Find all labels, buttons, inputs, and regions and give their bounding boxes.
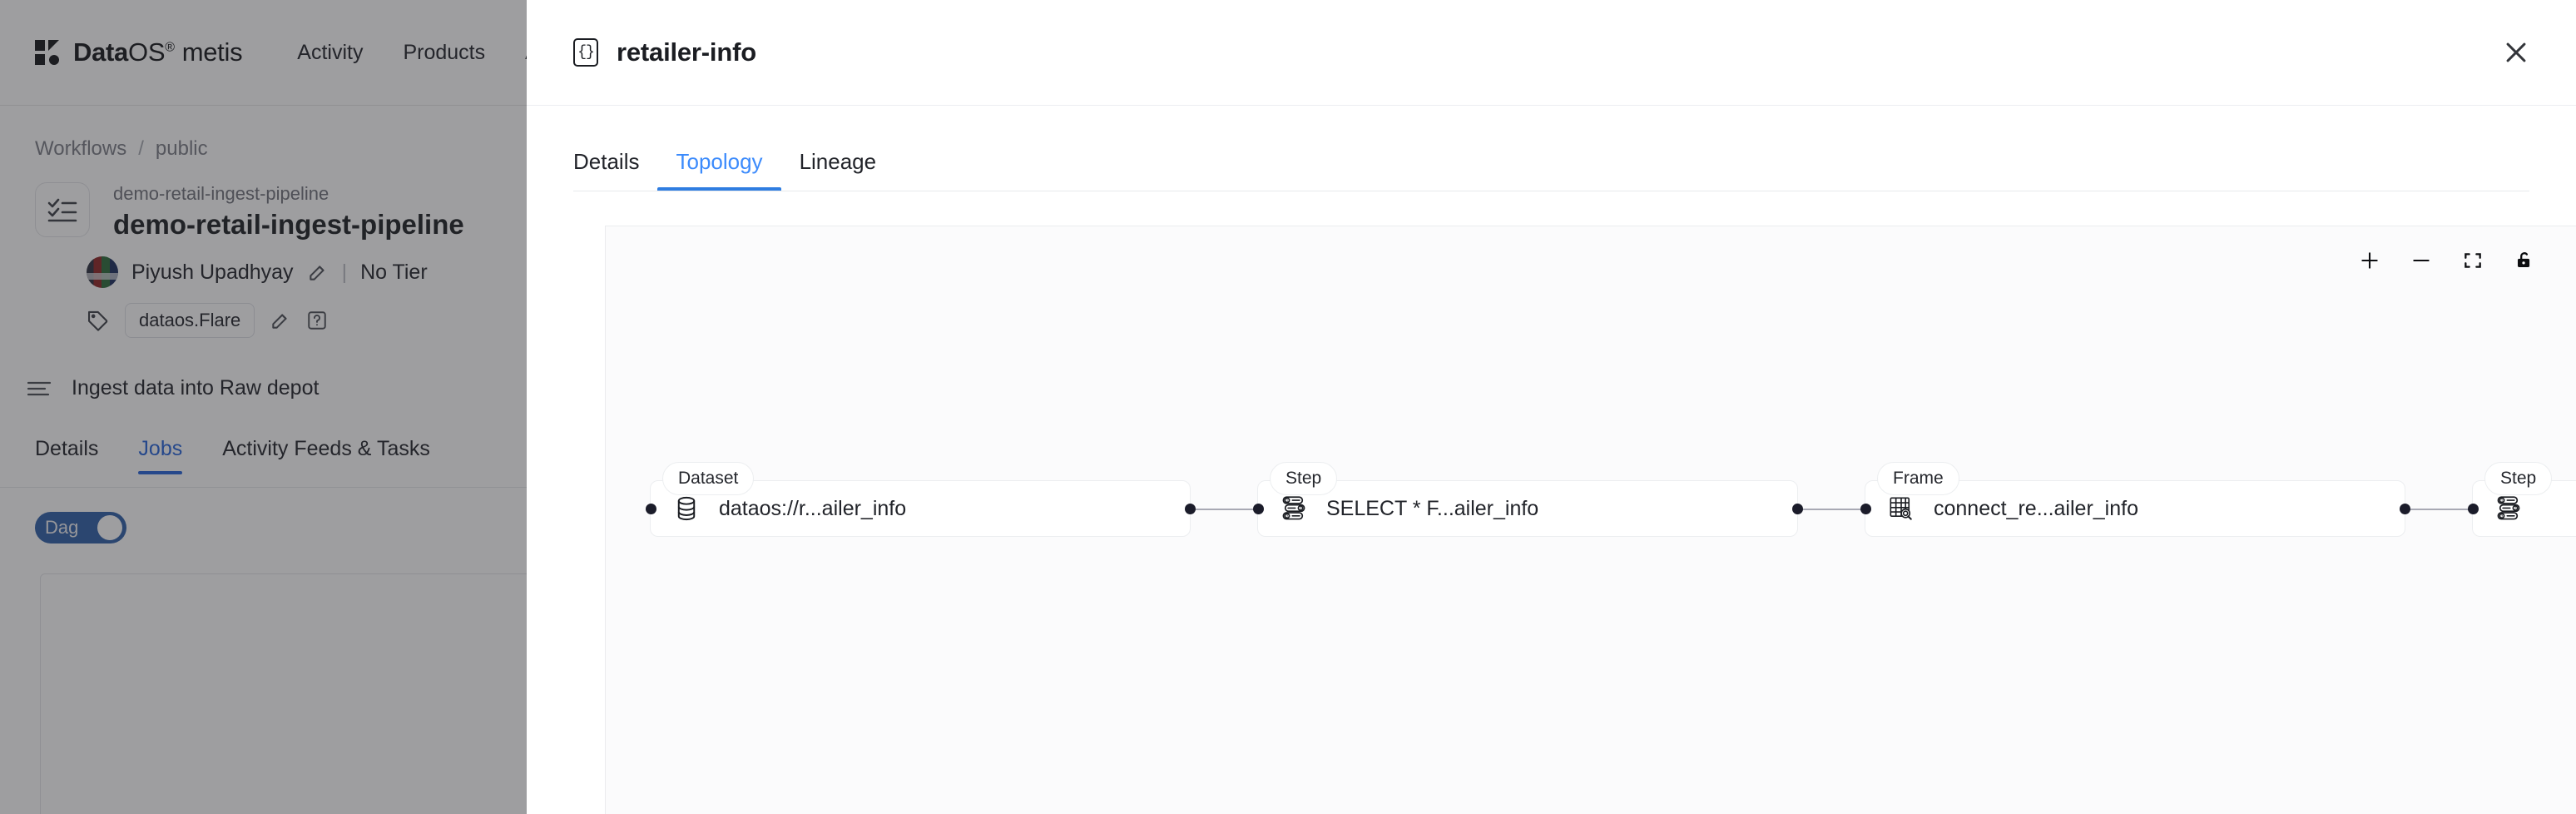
entity-detail-modal: {} retailer-info Details Topology Lineag…: [527, 0, 2576, 814]
svg-text:1: 1: [2501, 499, 2504, 504]
node-type-badge: Dataset: [662, 462, 755, 495]
node-label: connect_re...ailer_info: [1934, 496, 2138, 520]
node-type-badge: Frame: [1877, 462, 1959, 495]
node-port-left: [2467, 503, 2479, 514]
node-type-badge: Step: [1270, 462, 1338, 495]
steps-icon: 1 2 3: [2494, 494, 2523, 523]
fit-view-button[interactable]: [2460, 247, 2486, 274]
node-port-right: [2399, 503, 2410, 514]
node-port-left: [1252, 503, 1264, 514]
topology-node[interactable]: Dataset dataos://r...ailer_info: [645, 462, 1196, 537]
close-icon[interactable]: [2493, 29, 2539, 76]
svg-text:1: 1: [1286, 499, 1289, 504]
table-search-icon: [1887, 494, 1915, 523]
node-label: dataos://r...ailer_info: [719, 496, 907, 520]
topology-canvas[interactable]: Dataset dataos://r...ailer_info Step 1 2…: [605, 226, 2576, 814]
modal-tabs: Details Topology Lineage: [527, 149, 2576, 191]
zoom-in-button[interactable]: [2356, 247, 2383, 274]
steps-icon: 1 2 3: [1280, 494, 1308, 523]
modal-title-wrap: {} retailer-info: [573, 37, 756, 67]
lock-button[interactable]: [2511, 247, 2538, 274]
database-icon: [672, 494, 701, 523]
topology-node[interactable]: Step 1 2 3: [1252, 462, 1803, 537]
modal-title: retailer-info: [617, 37, 756, 67]
node-label: SELECT * F...ailer_info: [1326, 496, 1539, 520]
canvas-zoom-toolbar: [2345, 242, 2549, 279]
tab-details[interactable]: Details: [555, 149, 657, 191]
zoom-out-button[interactable]: [2408, 247, 2435, 274]
svg-text:3: 3: [2501, 514, 2504, 519]
topology-node[interactable]: Step 1 2 3: [2467, 462, 2576, 537]
json-braces-icon: {}: [573, 38, 598, 67]
svg-text:2: 2: [1300, 506, 1302, 511]
topology-node[interactable]: Frame connect_re...ailer_info: [1860, 462, 2410, 537]
tab-lineage[interactable]: Lineage: [781, 149, 895, 191]
topology-canvas-wrap: Dataset dataos://r...ailer_info Step 1 2…: [527, 191, 2576, 814]
node-port-left: [1860, 503, 1871, 514]
node-port-right: [1184, 503, 1196, 514]
modal-header: {} retailer-info: [527, 0, 2576, 106]
node-port-left: [645, 503, 656, 514]
svg-text:3: 3: [1286, 514, 1289, 519]
tab-topology[interactable]: Topology: [657, 149, 781, 191]
node-port-right: [1791, 503, 1803, 514]
svg-text:2: 2: [2514, 506, 2517, 511]
node-type-badge: Step: [2484, 462, 2553, 495]
